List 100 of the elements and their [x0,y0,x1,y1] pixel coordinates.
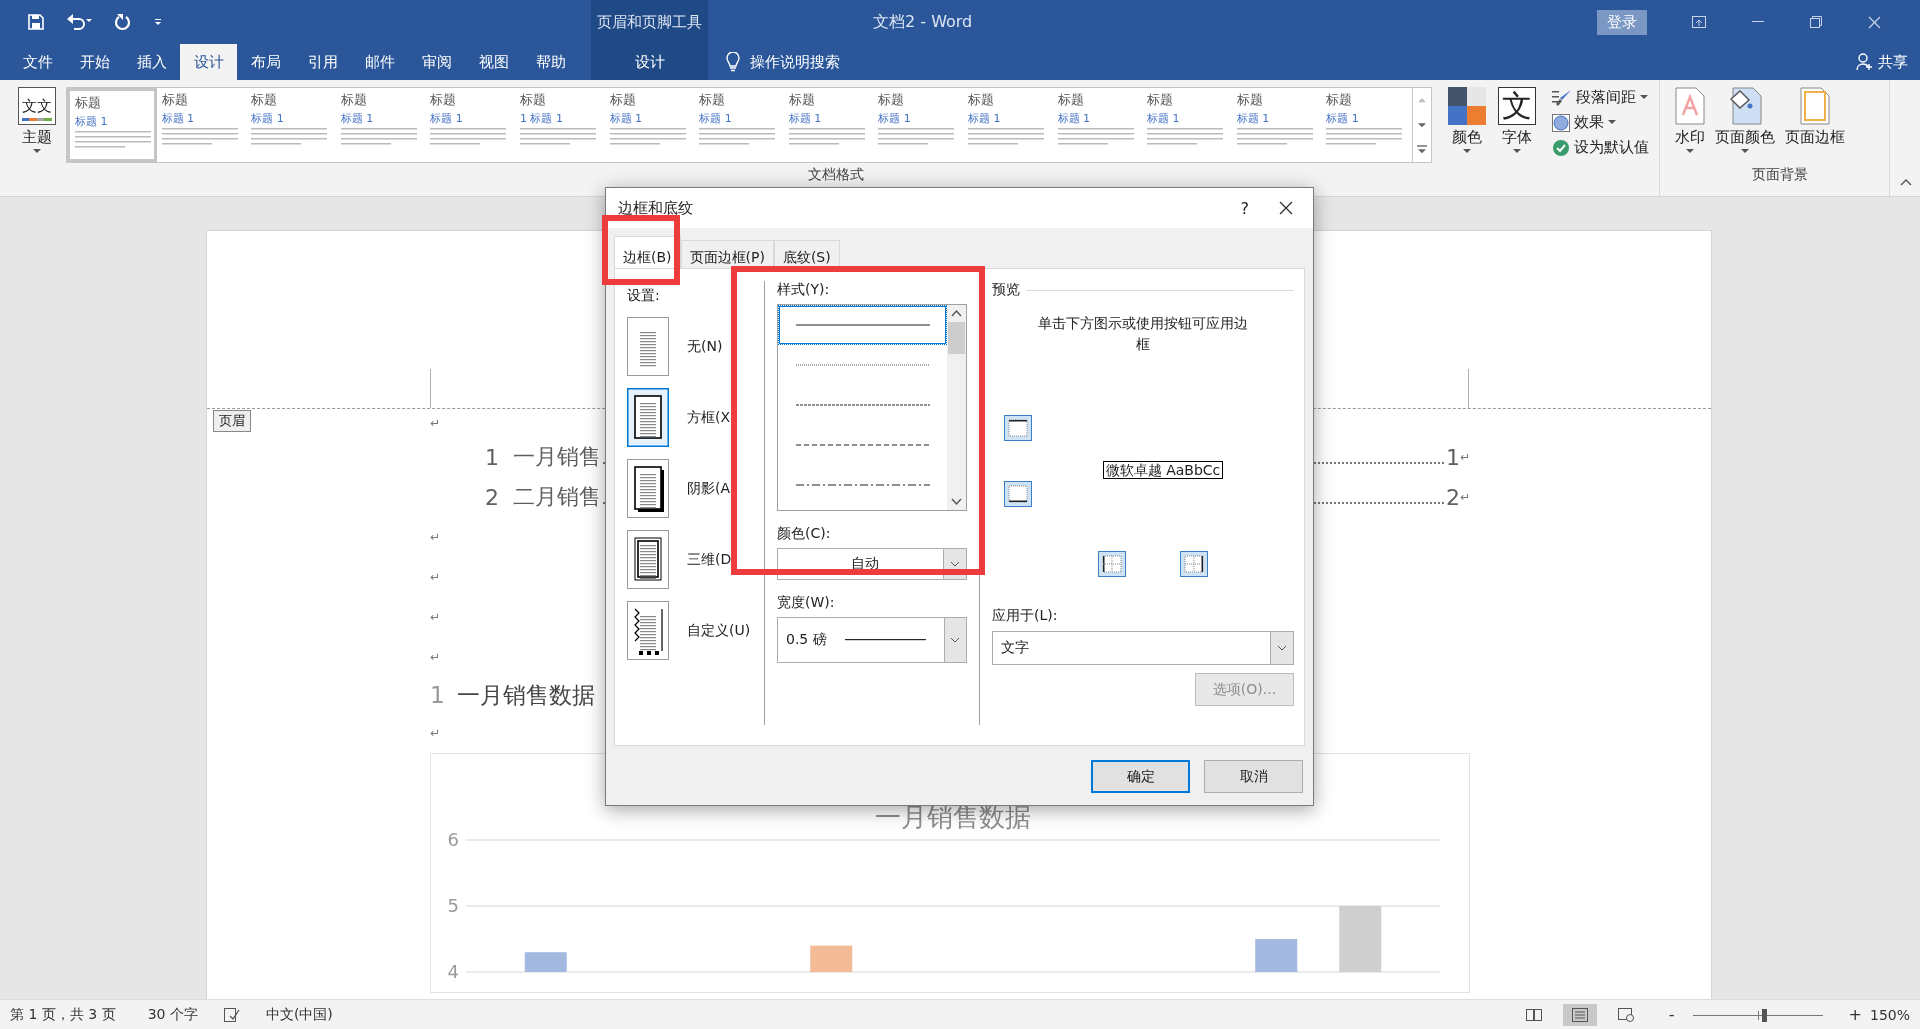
setting-label[interactable]: 无(N) [687,337,723,356]
ribbon-tab[interactable]: 审阅 [408,44,465,80]
paragraph-mark: ↵ [1459,490,1470,504]
toc-entry-title[interactable]: 二月销售 [513,482,601,512]
ribbon-tab[interactable]: 邮件 [351,44,408,80]
ribbon-tab[interactable]: 设计 [180,44,237,80]
style-set-thumbnail[interactable]: 标题 标题 1 [425,88,515,162]
scrollbar-thumb[interactable] [948,322,965,354]
apply-to-dropdown[interactable]: 文字 [992,631,1294,665]
style-set-thumbnail[interactable]: 标题 标题 1 [1321,88,1411,162]
setting-label[interactable]: 阴影(A [687,479,731,498]
ribbon-tab[interactable]: 布局 [237,44,294,80]
style-set-thumbnail[interactable]: 标题 标题 1 [246,88,336,162]
slider-thumb[interactable] [1762,1008,1768,1022]
redo-icon[interactable] [114,13,132,31]
ribbon-button[interactable]: 设为默认值 [1552,137,1649,158]
search-box[interactable]: 操作说明搜索 [750,52,840,72]
top-border-icon[interactable] [1004,415,1032,441]
dialog-title: 边框和底纹 [618,198,693,218]
border-setting-icon[interactable] [627,388,669,447]
style-set-thumbnail[interactable]: 标题 标题 1 [783,88,874,162]
minimize-icon[interactable] [1752,21,1764,23]
border-setting-icon[interactable] [627,459,669,518]
language[interactable]: 中文(中国) [265,1005,333,1024]
style-set-thumbnail[interactable]: 标题 1 标题 1 [514,88,605,162]
ribbon-button[interactable]: 效果 [1552,112,1649,133]
style-set-thumbnail[interactable]: 标题 标题 1 [1052,88,1143,162]
share-label[interactable]: 共享 [1878,52,1908,72]
zoom-slider[interactable] [1692,1006,1823,1023]
width-label: 宽度(W): [777,594,836,612]
style-set-thumbnail[interactable]: 标题 标题 1 [1231,88,1322,162]
scrollbar[interactable] [947,305,966,510]
close-icon[interactable] [1279,201,1293,215]
dialog-tab[interactable]: 页面边框(P) [680,240,774,268]
ribbon-tab[interactable]: 设计 [591,44,708,80]
restore-icon[interactable] [1810,16,1822,28]
ribbon-button[interactable]: 页面颜色 [1710,87,1780,154]
setting-label[interactable]: 方框(X [687,408,731,427]
style-set-thumbnail[interactable]: 标题 标题 1 [873,88,963,162]
ribbon-tab[interactable]: 开始 [66,44,123,80]
style-set-thumbnail[interactable]: 标题 标题 1 [962,88,1053,162]
right-border-icon[interactable] [1180,551,1208,577]
toc-page-number: 1 [1445,444,1460,470]
word-count[interactable]: 30 个字 [147,1005,198,1024]
setting-label[interactable]: 三维(D [687,550,732,569]
window-title: 文档2 - Word [873,11,973,33]
theme-button[interactable]: 文文 主题 [12,87,62,154]
ribbon-button[interactable]: 页面边框 [1780,87,1850,146]
line-style-option[interactable] [778,305,947,345]
thumbnail-heading: 标题 1 [430,111,464,126]
style-set-thumbnail[interactable]: 标题 标题 1 [604,88,695,162]
ribbon-button[interactable]: 水印 [1670,87,1710,154]
thumbnail-heading: 标题 1 [609,111,644,126]
ribbon-display-icon[interactable] [1692,16,1706,28]
thumbnail-heading: 标题 1 [788,111,823,126]
ribbon-button[interactable]: 文 字体 [1492,87,1542,154]
style-set-thumbnail[interactable]: 标题 标题 1 [1142,88,1232,162]
ribbon-tab[interactable]: 文件 [9,44,66,80]
thumbnail-title: 标题 [1326,91,1354,109]
thumbnail-title: 标题 [251,91,279,109]
style-set-thumbnail[interactable]: 标题 标题 1 [156,88,247,162]
style-set-thumbnail[interactable]: 标题 标题 1 [67,88,157,162]
style-set-thumbnail[interactable]: 标题 标题 1 [335,88,426,162]
book-icon [1525,1008,1542,1021]
dialog-tab[interactable]: 底纹(S) [773,240,840,268]
zoom-level[interactable]: 150% [1869,1006,1910,1023]
dialog-tab[interactable]: 边框(B) [614,236,681,268]
ok-button[interactable]: 确定 [1091,760,1190,793]
width-dropdown[interactable]: 0.5 磅 [777,617,967,663]
collapse-ribbon-icon[interactable] [1900,179,1912,186]
zoom-out-button[interactable]: - [1668,1005,1675,1024]
bottom-border-icon[interactable] [1004,481,1032,507]
paragraph-mark: ↵ [430,530,441,544]
setting-label[interactable]: 自定义(U) [687,621,751,640]
border-setting-icon[interactable] [627,601,669,660]
cancel-button[interactable]: 取消 [1204,760,1303,793]
ribbon-tab[interactable]: 引用 [294,44,351,80]
preview-label: 预览 [992,281,1020,299]
share-button[interactable]: 共享 [1856,52,1908,72]
style-set-thumbnail[interactable]: 标题 标题 1 [694,88,784,162]
save-icon[interactable] [28,14,44,30]
undo-icon[interactable] [66,13,92,31]
caret-icon[interactable] [154,18,162,26]
view-button[interactable] [1562,1003,1597,1026]
border-setting-icon[interactable] [627,530,669,589]
thumbnail-heading: 标题 1 [75,114,109,129]
ribbon-button[interactable]: 颜色 [1442,87,1492,154]
toc-page-number: 2 [1445,484,1460,510]
page-count[interactable]: 第 1 页，共 3 页 [10,1005,116,1024]
ribbon-tab[interactable]: 帮助 [522,44,579,80]
proofing-icon[interactable] [223,1007,240,1022]
toc-entry-title[interactable]: 一月销售 [513,442,601,472]
ribbon-tab[interactable]: 插入 [123,44,180,80]
help-button[interactable]: ? [1240,198,1249,218]
ribbon-tab[interactable]: 视图 [465,44,522,80]
thumbnail-title: 标题 [1147,91,1175,109]
left-border-icon[interactable] [1098,551,1126,577]
ribbon-button[interactable]: 段落间距 [1552,87,1649,108]
zoom-in-button[interactable]: + [1848,1005,1862,1024]
preview-sample[interactable]: 微软卓越 AaBbCc [1102,461,1224,479]
